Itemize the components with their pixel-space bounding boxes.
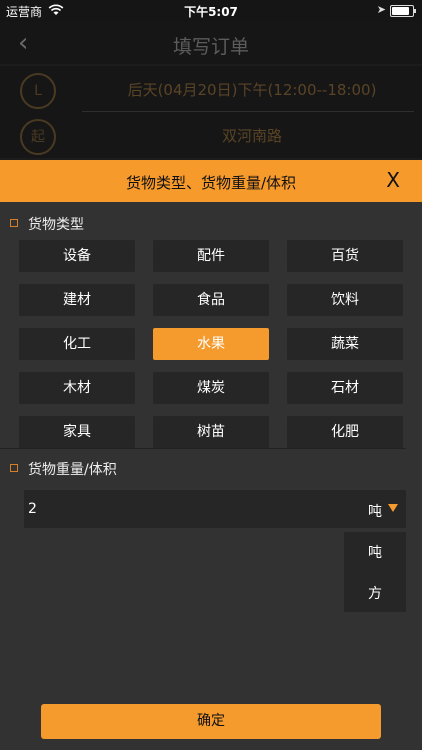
cargo-option[interactable]: 化工 xyxy=(19,328,135,360)
page-title: 填写订单 xyxy=(172,36,249,58)
unit-select[interactable]: 吨 xyxy=(368,501,382,521)
cargo-type-heading: 货物类型 xyxy=(10,214,84,234)
weight-input[interactable]: 2 吨 xyxy=(24,490,406,528)
unit-option[interactable]: 方 xyxy=(344,583,406,603)
cargo-option[interactable]: 饮料 xyxy=(287,284,403,316)
modal-title: 货物类型、货物重量/体积 xyxy=(125,174,297,192)
weight-heading: 货物重量/体积 xyxy=(10,459,117,479)
cargo-option[interactable]: 食品 xyxy=(153,284,269,316)
cargo-option[interactable]: 煤炭 xyxy=(153,372,269,404)
unit-dropdown: 吨 方 xyxy=(344,532,406,612)
modal-header: 货物类型、货物重量/体积 X xyxy=(0,160,422,202)
square-bullet-icon xyxy=(10,464,18,472)
start-location-text: 双河南路 xyxy=(221,127,282,145)
status-bar: 运营商 下午5:07 ➤ xyxy=(0,0,422,22)
start-location-row[interactable]: 起 双河南路 xyxy=(0,112,422,158)
clock-icon: L xyxy=(20,73,56,109)
square-bullet-icon xyxy=(10,219,18,227)
cargo-option[interactable]: 蔬菜 xyxy=(287,328,403,360)
weight-value[interactable]: 2 xyxy=(28,501,37,517)
cargo-option-selected[interactable]: 水果 xyxy=(153,328,269,360)
pickup-time-row[interactable]: L 后天(04月20日)下午(12:00--18:00) xyxy=(0,66,422,112)
start-pin-icon: 起 xyxy=(20,119,56,155)
dropdown-caret-icon[interactable] xyxy=(388,504,398,512)
cargo-option[interactable]: 百货 xyxy=(287,240,403,272)
cargo-type-label: 货物类型 xyxy=(28,217,84,233)
section-divider xyxy=(0,448,406,449)
cargo-option[interactable]: 木材 xyxy=(19,372,135,404)
cargo-option[interactable]: 化肥 xyxy=(287,416,403,448)
unit-option[interactable]: 吨 xyxy=(344,542,406,562)
cargo-option[interactable]: 建材 xyxy=(19,284,135,316)
cargo-option[interactable]: 家具 xyxy=(19,416,135,448)
cargo-option[interactable]: 设备 xyxy=(19,240,135,272)
close-button[interactable]: X xyxy=(386,168,400,192)
cargo-option[interactable]: 配件 xyxy=(153,240,269,272)
location-arrow-icon: ➤ xyxy=(376,3,386,16)
cargo-modal: 货物类型、货物重量/体积 X 货物类型 设备 配件 百货 建材 食品 饮料 化工… xyxy=(0,160,422,750)
cargo-option[interactable]: 树苗 xyxy=(153,416,269,448)
confirm-button[interactable]: 确定 xyxy=(41,704,381,739)
weight-label: 货物重量/体积 xyxy=(28,462,117,478)
nav-bar: ‹ 填写订单 xyxy=(0,22,422,64)
cargo-type-grid: 设备 配件 百货 建材 食品 饮料 化工 水果 蔬菜 木材 煤炭 石材 家具 树… xyxy=(0,238,422,448)
pickup-time-text: 后天(04月20日)下午(12:00--18:00) xyxy=(127,81,377,99)
battery-icon xyxy=(390,5,416,17)
status-time: 下午5:07 xyxy=(184,5,238,19)
cargo-option[interactable]: 石材 xyxy=(287,372,403,404)
